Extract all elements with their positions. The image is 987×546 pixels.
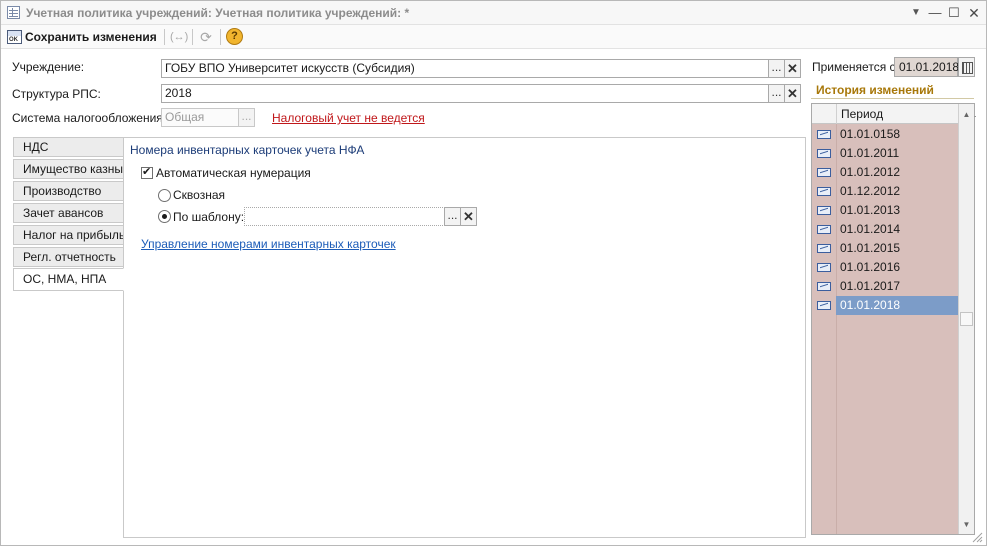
template-clear-button[interactable]: ✕ <box>460 207 477 226</box>
history-row[interactable]: 01.01.2013 <box>812 201 958 220</box>
period-cell: 01.01.2015 <box>840 241 901 255</box>
table-icon <box>7 6 20 19</box>
tab-fixed-assets[interactable]: ОС, НМА, НПА <box>13 268 124 291</box>
history-row[interactable]: 01.01.2017 <box>812 277 958 296</box>
tax-system-label: Система налогообложения: <box>12 111 167 125</box>
tax-system-select-button[interactable]: ... <box>238 108 255 127</box>
window-menu-button[interactable]: ▼ <box>907 4 925 22</box>
structure-field[interactable]: 2018 <box>161 84 769 103</box>
tab-regulated-reporting[interactable]: Регл. отчетность <box>13 247 124 267</box>
tab-profit-tax[interactable]: Налог на прибыль <box>13 225 125 245</box>
auto-numbering-label: Автоматическая нумерация <box>156 166 311 180</box>
history-row[interactable]: 01.01.0158 <box>812 125 958 144</box>
record-icon <box>817 149 831 158</box>
arrows-icon[interactable]: (↔) <box>170 28 188 46</box>
through-numbering-label: Сквозная <box>173 188 225 202</box>
scroll-up-icon[interactable]: ▲ <box>959 106 974 123</box>
auto-numbering-checkbox[interactable] <box>141 165 153 179</box>
applies-from-label: Применяется с: <box>812 60 899 74</box>
policy-window: Учетная политика учреждений: Учетная пол… <box>0 0 987 546</box>
record-icon <box>817 187 831 196</box>
structure-clear-button[interactable]: ✕ <box>784 84 801 103</box>
history-row[interactable]: 01.01.2016 <box>812 258 958 277</box>
period-cell: 01.01.2013 <box>840 203 901 217</box>
institution-label: Учреждение: <box>12 60 85 74</box>
save-icon <box>7 30 22 44</box>
period-cell: 01.12.2012 <box>840 184 901 198</box>
record-icon <box>817 130 831 139</box>
history-row-selected[interactable]: 01.01.2018 <box>812 296 958 315</box>
period-cell: 01.01.2017 <box>840 279 901 293</box>
template-numbering-label: По шаблону: <box>173 210 245 224</box>
toolbar-separator <box>192 29 193 45</box>
tab-advance-offset[interactable]: Зачет авансов <box>13 203 124 223</box>
history-row[interactable]: 01.01.2012 <box>812 163 958 182</box>
institution-select-button[interactable]: ... <box>768 59 785 78</box>
structure-select-button[interactable]: ... <box>768 84 785 103</box>
period-cell: 01.01.2018 <box>836 296 958 315</box>
history-row[interactable]: 01.01.2015 <box>812 239 958 258</box>
title-bar: Учетная политика учреждений: Учетная пол… <box>1 1 986 25</box>
period-cell: 01.01.2016 <box>840 260 901 274</box>
history-row[interactable]: 01.01.2011 <box>812 144 958 163</box>
record-icon <box>817 263 831 272</box>
institution-clear-button[interactable]: ✕ <box>784 59 801 78</box>
period-cell: 01.01.2014 <box>840 222 901 236</box>
scroll-thumb[interactable] <box>960 312 973 326</box>
tab-treasury-property[interactable]: Имущество казны <box>13 159 124 179</box>
record-icon <box>817 225 831 234</box>
period-header-label: Период <box>841 107 884 121</box>
template-numbering-radio[interactable] <box>158 210 171 223</box>
refresh-icon[interactable]: ⟳ <box>197 28 215 46</box>
history-row[interactable]: 01.01.2014 <box>812 220 958 239</box>
tab-production[interactable]: Производство <box>13 181 124 201</box>
help-icon[interactable]: ? <box>226 28 243 45</box>
window-title: Учетная политика учреждений: Учетная пол… <box>26 6 410 20</box>
period-cell: 01.01.2011 <box>840 146 900 160</box>
history-scrollbar[interactable]: ▲ ▼ <box>958 104 974 534</box>
save-changes-label: Сохранить изменения <box>25 30 157 44</box>
record-icon <box>817 168 831 177</box>
record-icon <box>817 244 831 253</box>
period-cell: 01.01.0158 <box>840 127 901 141</box>
save-changes-button[interactable]: Сохранить изменения <box>7 28 157 46</box>
institution-field[interactable]: ГОБУ ВПО Университет искусств (Субсидия) <box>161 59 769 78</box>
structure-label: Структура РПС: <box>12 87 101 101</box>
resize-grip-icon[interactable] <box>969 529 983 543</box>
template-field[interactable] <box>244 207 445 226</box>
template-select-button[interactable]: ... <box>444 207 461 226</box>
record-icon <box>817 301 831 310</box>
tax-system-field[interactable]: Общая <box>161 108 239 127</box>
tab-vat[interactable]: НДС <box>13 137 124 157</box>
calendar-icon[interactable] <box>958 57 975 77</box>
manage-numbers-link[interactable]: Управление номерами инвентарных карточек <box>141 237 396 251</box>
history-row[interactable]: 01.12.2012 <box>812 182 958 201</box>
applies-from-date[interactable]: 01.01.2018 <box>894 57 959 77</box>
toolbar-separator <box>220 29 221 45</box>
toolbar-separator <box>164 29 165 45</box>
toolbar: Сохранить изменения (↔) ⟳ <box>1 25 986 49</box>
close-button[interactable]: ✕ <box>965 4 983 22</box>
history-title: История изменений <box>816 83 934 97</box>
minimize-button[interactable]: — <box>926 4 944 22</box>
history-divider <box>811 98 974 99</box>
group-title: Номера инвентарных карточек учета НФА <box>130 143 365 157</box>
tab-panel <box>123 137 806 538</box>
tax-accounting-link[interactable]: Налоговый учет не ведется <box>272 111 425 125</box>
record-icon <box>817 282 831 291</box>
history-header: Период <box>812 104 976 124</box>
through-numbering-radio[interactable] <box>158 189 171 202</box>
maximize-button[interactable]: ☐ <box>945 4 963 22</box>
history-table: Период 01.01.0158 01.01.2011 01.01.2012 … <box>811 103 976 535</box>
record-icon <box>817 206 831 215</box>
period-cell: 01.01.2012 <box>840 165 901 179</box>
period-column-header[interactable]: Период <box>836 104 976 124</box>
